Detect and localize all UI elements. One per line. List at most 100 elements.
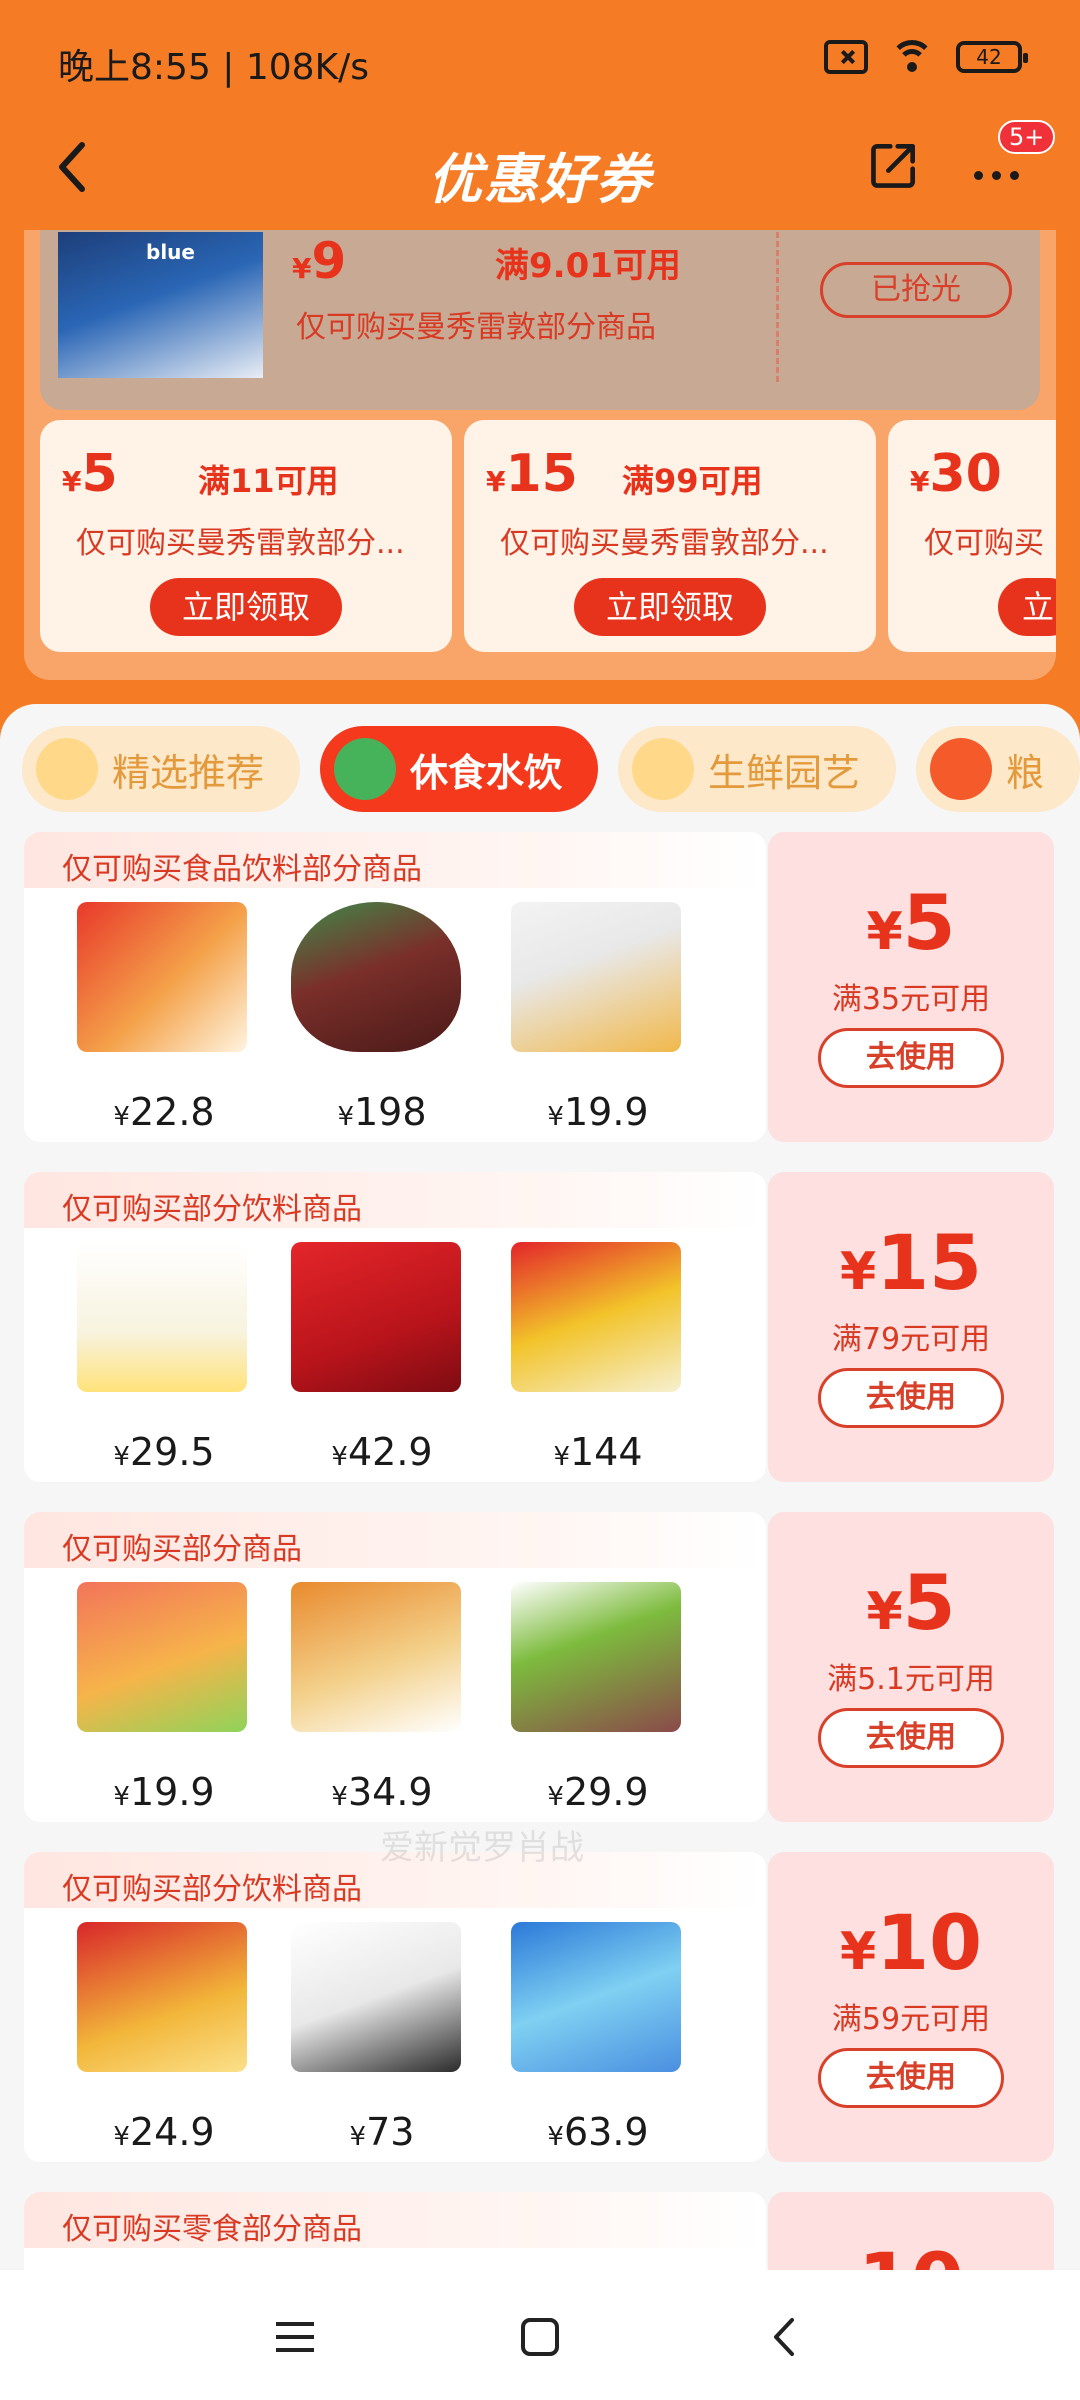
- product-image: [77, 1922, 247, 2072]
- watermark-text: 爱新觉罗肖战: [380, 1828, 584, 1868]
- product-image: [291, 1922, 461, 2072]
- card-title: 仅可购买食品饮料部分商品: [24, 832, 766, 888]
- product-image: blue: [58, 232, 263, 378]
- product-price: ¥73: [349, 2110, 415, 2154]
- coupon-card[interactable]: 仅可购买零食部分商品 10: [24, 2192, 1054, 2274]
- coupon-amount: ¥30: [910, 444, 1002, 504]
- product-price: ¥24.9: [113, 2110, 215, 2154]
- card-title: 仅可购买部分商品: [24, 1512, 766, 1568]
- coupon-card[interactable]: 仅可购买部分饮料商品 ¥24.9 ¥73 ¥63.9 ¥10 满59元可用 去使…: [24, 1852, 1054, 2172]
- card-products: 仅可购买部分商品 ¥19.9 ¥34.9 ¥29.9: [24, 1512, 766, 1822]
- product[interactable]: [506, 1582, 686, 1752]
- product-image: [291, 902, 461, 1052]
- coupon-amount: ¥15: [840, 1218, 982, 1307]
- tab-snacks-drinks[interactable]: 休食水饮: [320, 726, 599, 812]
- mini-coupon: ¥15 满99可用 仅可购买曼秀雷敦部分... 立即领取: [464, 420, 876, 652]
- card-products: 仅可购买食品饮料部分商品 ¥22.8 ¥198 ¥19.9: [24, 832, 766, 1142]
- coupon-condition: 满79元可用: [831, 1322, 991, 1357]
- tab-grain[interactable]: 粮: [916, 726, 1080, 812]
- durian-icon: [632, 738, 695, 800]
- use-button[interactable]: 去使用: [818, 1708, 1004, 1768]
- wifi-icon: [890, 40, 934, 74]
- coupon-card[interactable]: 仅可购买食品饮料部分商品 ¥22.8 ¥198 ¥19.9 ¥5 满35元可用 …: [24, 832, 1054, 1152]
- product[interactable]: [506, 1242, 686, 1412]
- status-time: 晚上8:55 | 108K/s: [58, 47, 370, 88]
- more-icon: [974, 171, 1019, 180]
- back-icon: [774, 2318, 794, 2356]
- battery-icon: 42: [956, 41, 1028, 73]
- menu-icon: [276, 2322, 314, 2352]
- card-coupon: ¥15 满79元可用 去使用: [768, 1172, 1054, 1482]
- card-products: 仅可购买部分饮料商品 ¥29.5 ¥42.9 ¥144: [24, 1172, 766, 1482]
- product-price: ¥19.9: [113, 1770, 215, 1814]
- product-price: ¥34.9: [331, 1770, 433, 1814]
- product-price: ¥19.9: [547, 1090, 649, 1134]
- product-image: [511, 1582, 681, 1732]
- nav-bar: 优惠好券: [0, 125, 1080, 225]
- card-title: 仅可购买部分饮料商品: [24, 1172, 766, 1228]
- tab-featured[interactable]: 精选推荐: [22, 726, 301, 812]
- product-image: [291, 1242, 461, 1392]
- use-button[interactable]: 去使用: [818, 1028, 1004, 1088]
- use-button[interactable]: 去使用: [818, 2048, 1004, 2108]
- claim-button[interactable]: 立: [998, 578, 1056, 636]
- product[interactable]: [286, 1582, 466, 1752]
- product-image: [77, 1582, 247, 1732]
- coupon-condition: 满59元可用: [831, 2002, 991, 2037]
- product-price: ¥63.9: [547, 2110, 649, 2154]
- coupon-description: 仅可购买曼秀雷敦部分...: [76, 526, 405, 561]
- coupon-description: 仅可购买: [924, 526, 1044, 561]
- product[interactable]: [72, 1582, 252, 1752]
- claim-button[interactable]: 立即领取: [574, 578, 766, 636]
- claim-button[interactable]: 立即领取: [150, 578, 342, 636]
- home-button[interactable]: [515, 2312, 565, 2362]
- card-coupon: ¥5 满5.1元可用 去使用: [768, 1512, 1054, 1822]
- coupon-condition: 满99可用: [622, 462, 763, 500]
- product[interactable]: [506, 902, 686, 1072]
- coupon-condition: 满9.01可用: [495, 246, 681, 286]
- product-price: ¥29.5: [113, 1430, 215, 1474]
- grain-icon: [930, 738, 993, 800]
- product[interactable]: [286, 1922, 466, 2092]
- coupon-condition: 满35元可用: [831, 982, 991, 1017]
- product-image: [511, 1922, 681, 2072]
- coupon-card[interactable]: 仅可购买部分商品 ¥19.9 ¥34.9 ¥29.9 ¥5 满5.1元可用 去使…: [24, 1512, 1054, 1832]
- product-image: [291, 1582, 461, 1732]
- product-image: [77, 1242, 247, 1392]
- coupon-condition: 满5.1元可用: [827, 1662, 995, 1697]
- coupon-icon: [36, 738, 98, 800]
- menu-button[interactable]: [270, 2312, 320, 2362]
- coupon-amount: 10: [768, 2236, 1054, 2274]
- tab-fresh-garden[interactable]: 生鲜园艺: [618, 726, 897, 812]
- product[interactable]: [72, 902, 252, 1072]
- coupon-description: 仅可购买曼秀雷敦部分...: [500, 526, 829, 561]
- product[interactable]: [286, 902, 466, 1072]
- card-products: 仅可购买部分饮料商品 ¥24.9 ¥73 ¥63.9: [24, 1852, 766, 2162]
- use-button[interactable]: 去使用: [818, 1368, 1004, 1428]
- product[interactable]: [286, 1242, 466, 1412]
- product[interactable]: [506, 1922, 686, 2092]
- mini-coupon: ¥5 满11可用 仅可购买曼秀雷敦部分... 立即领取: [40, 420, 452, 652]
- mini-coupon: ¥30 仅可购买 立: [888, 420, 1056, 652]
- share-button[interactable]: [866, 137, 926, 197]
- coupon-amount: ¥5: [62, 444, 118, 504]
- share-icon: [871, 144, 915, 188]
- sold-out-button[interactable]: 已抢光: [820, 262, 1012, 318]
- coupon-amount: ¥9: [292, 232, 347, 290]
- coupon-amount: ¥15: [486, 444, 578, 504]
- card-coupon: 10: [768, 2192, 1054, 2274]
- system-back-button[interactable]: [760, 2312, 810, 2362]
- product[interactable]: [72, 1242, 252, 1412]
- product-price: ¥22.8: [113, 1090, 215, 1134]
- product-image: [77, 902, 247, 1052]
- card-products: 仅可购买零食部分商品: [24, 2192, 766, 2274]
- coupon-amount: ¥10: [840, 1898, 982, 1987]
- product-image: [511, 902, 681, 1052]
- product-image: [511, 1242, 681, 1392]
- coupon-condition: 满11可用: [198, 462, 339, 500]
- product[interactable]: [72, 1922, 252, 2092]
- category-tabs: 精选推荐 休食水饮 生鲜园艺 粮: [22, 726, 1080, 812]
- coupon-card[interactable]: 仅可购买部分饮料商品 ¥29.5 ¥42.9 ¥144 ¥15 满79元可用 去…: [24, 1172, 1054, 1492]
- card-title: 仅可购买零食部分商品: [24, 2192, 766, 2248]
- product-price: ¥29.9: [547, 1770, 649, 1814]
